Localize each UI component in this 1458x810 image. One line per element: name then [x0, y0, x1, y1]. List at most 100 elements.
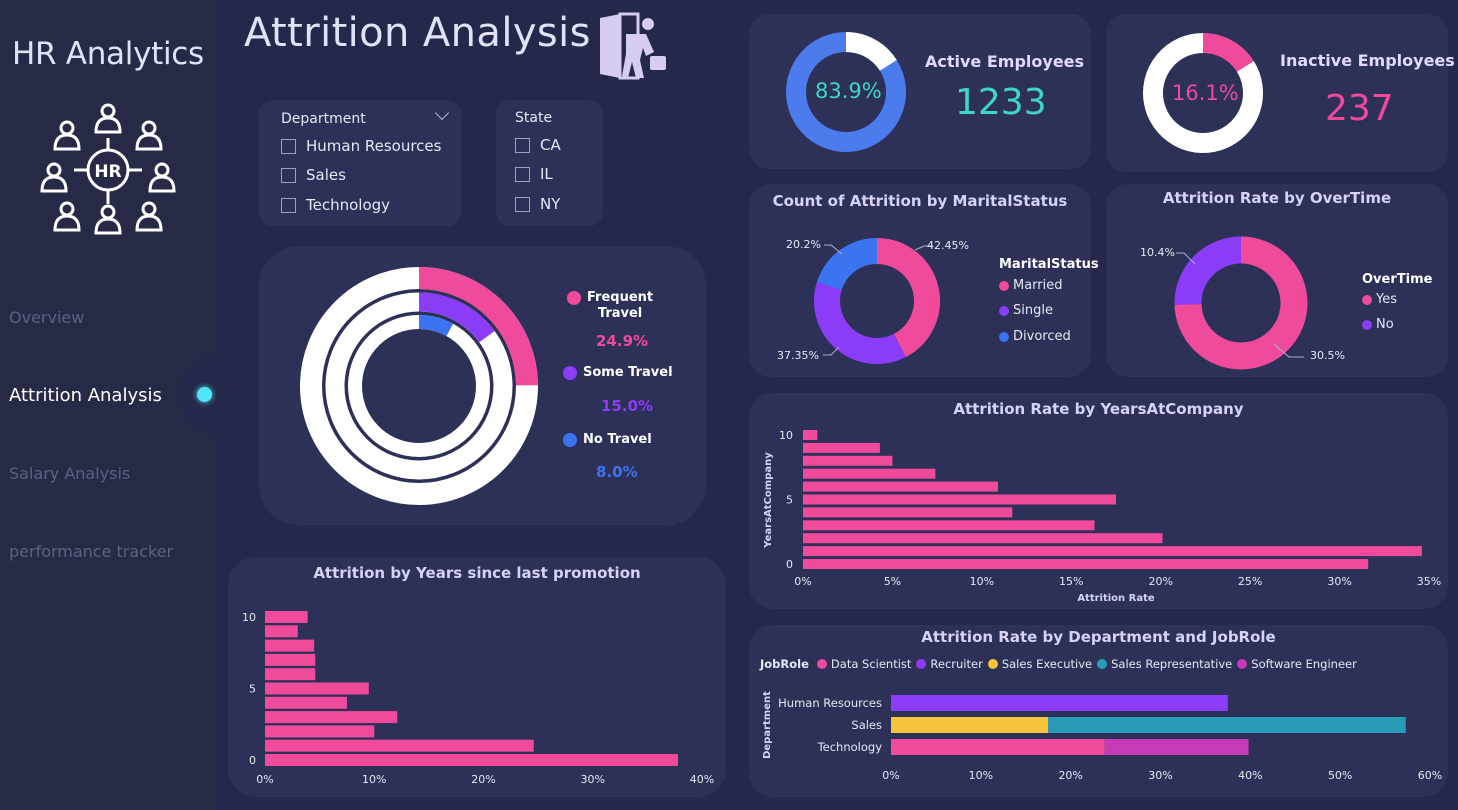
legend-item: Some Travel	[563, 365, 673, 380]
nav-attrition-analysis[interactable]: Attrition Analysis	[9, 385, 162, 406]
x-tick-label: 30%	[1327, 575, 1351, 588]
x-tick-label: 50%	[1328, 769, 1352, 782]
ring-track	[348, 315, 490, 457]
bar	[803, 533, 1163, 544]
bar	[803, 520, 1095, 531]
x-tick-label: 20%	[471, 773, 495, 786]
x-axis-title: Attrition Rate	[1077, 593, 1155, 604]
legend-item: Married	[999, 278, 1063, 293]
travel-rings-chart	[300, 267, 538, 505]
x-tick-label: 40%	[690, 773, 714, 786]
active-nav-indicator	[197, 387, 212, 402]
department-slicer: Department Human Resources Sales Technol…	[259, 100, 461, 226]
x-tick-label: 0%	[882, 769, 899, 782]
state-option[interactable]: NY	[515, 195, 560, 213]
bar-sales-executive	[891, 717, 1049, 733]
nav-performance-tracker[interactable]: performance tracker	[9, 542, 173, 561]
bar	[265, 653, 316, 666]
x-tick-label: 30%	[1148, 769, 1172, 782]
slice-divorced	[816, 238, 878, 291]
bar-software-engineer	[1104, 739, 1249, 755]
x-tick-label: 10%	[969, 769, 993, 782]
bar	[803, 468, 936, 479]
x-tick-label: 20%	[1058, 769, 1082, 782]
bar	[803, 507, 1013, 518]
department-option[interactable]: Sales	[281, 166, 346, 184]
y-tick-label: 5	[249, 683, 256, 696]
bar	[265, 696, 347, 709]
x-tick-label: 10%	[362, 773, 386, 786]
bar	[265, 725, 375, 738]
checkbox[interactable]	[281, 167, 296, 183]
legend-item: No Travel	[563, 432, 652, 447]
legend-item: Single	[999, 303, 1053, 318]
nav-salary-analysis[interactable]: Salary Analysis	[9, 464, 130, 483]
checkbox[interactable]	[281, 197, 296, 213]
bar	[265, 625, 298, 638]
bar	[803, 442, 880, 453]
y-axis-title: YearsAtCompany	[763, 452, 774, 549]
checkbox[interactable]	[281, 138, 296, 154]
checkbox[interactable]	[515, 166, 530, 182]
bar	[265, 739, 534, 752]
bar	[803, 430, 818, 440]
legend-title: MaritalStatus	[999, 257, 1099, 272]
kpi-label: Active Employees	[925, 52, 1085, 71]
checkbox[interactable]	[515, 196, 530, 212]
department-option[interactable]: Technology	[281, 196, 390, 214]
data-label: 20.2%	[786, 238, 821, 251]
marital-status-card: Count of Attrition by MaritalStatus 42.4…	[749, 184, 1099, 377]
bar	[265, 611, 308, 623]
sidebar: HR Analytics HR Overview Attrition Analy	[0, 0, 260, 810]
category-label: Human Resources	[778, 696, 882, 710]
slice-single	[814, 282, 906, 364]
donut-segment-inactive	[1202, 33, 1254, 73]
hr-team-logo-icon: HR	[40, 103, 176, 235]
overtime-card: Attrition Rate by OverTime 30.5% 10.4% O…	[1106, 184, 1448, 377]
active-percent: 83.9%	[815, 79, 882, 103]
travel-value: 24.9%	[596, 332, 649, 350]
y-tick-label: 0	[249, 754, 256, 767]
data-label: 10.4%	[1140, 246, 1175, 259]
nav-overview[interactable]: Overview	[9, 308, 84, 327]
bar	[803, 481, 998, 492]
state-slicer-title: State	[515, 110, 553, 126]
x-tick-label: 25%	[1238, 575, 1262, 588]
legend-title: OverTime	[1362, 272, 1433, 287]
category-label: Technology	[817, 740, 883, 754]
data-label: 37.35%	[777, 349, 819, 362]
bar	[265, 711, 398, 724]
x-tick-label: 0%	[794, 575, 811, 588]
bar	[265, 682, 369, 695]
active-employees-card: 83.9% Active Employees 1233	[749, 14, 1091, 169]
state-slicer: State CA IL NY	[496, 100, 603, 226]
x-tick-label: 0%	[256, 773, 273, 786]
promotion-bar-chart: 0% 10% 20% 30% 40% 0 5 10	[242, 611, 714, 786]
chevron-down-icon[interactable]	[434, 105, 450, 121]
years-at-company-bar-chart: 0% 5% 10% 15% 20% 25% 30% 35% 0 5 10 Attrition Rate…	[763, 429, 1441, 604]
legend-item: Divorced	[999, 329, 1071, 344]
svg-text:HR: HR	[94, 162, 121, 182]
slice-married	[876, 238, 940, 358]
bar	[265, 754, 678, 766]
x-tick-label: 40%	[1238, 769, 1262, 782]
x-tick-label: 15%	[1059, 575, 1083, 588]
promotion-chart-card: Attrition by Years since last promotion …	[228, 557, 726, 797]
state-option[interactable]: IL	[515, 165, 553, 183]
department-jobrole-card: Attrition Rate by Department and JobRole…	[749, 625, 1448, 797]
travel-value: 8.0%	[596, 463, 638, 481]
state-option[interactable]: CA	[515, 136, 561, 154]
data-label: 42.45%	[927, 239, 969, 252]
x-tick-label: 35%	[1417, 575, 1441, 588]
x-tick-label: 20%	[1148, 575, 1172, 588]
bar	[803, 494, 1116, 505]
kpi-value: 237	[1325, 88, 1394, 129]
department-option[interactable]: Human Resources	[281, 137, 441, 155]
x-tick-label: 60%	[1418, 769, 1442, 782]
checkbox[interactable]	[515, 137, 530, 153]
business-travel-card: Frequent Travel 24.9% Some Travel 15.0% N…	[259, 246, 706, 525]
bar-data-scientist	[891, 739, 1105, 755]
app-title: HR Analytics	[12, 36, 204, 72]
y-tick-label: 5	[786, 494, 793, 507]
legend-item: Yes	[1362, 292, 1397, 307]
